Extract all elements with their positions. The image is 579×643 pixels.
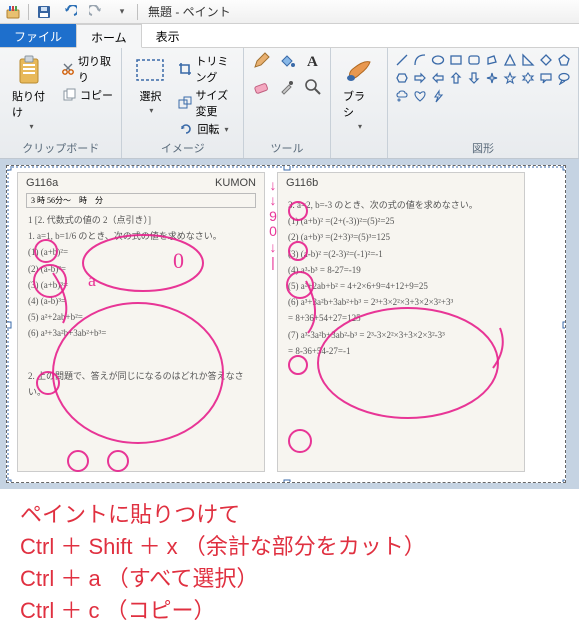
resize-button[interactable]: サイズ変更 <box>176 86 237 120</box>
chevron-down-icon: ▾ <box>30 122 34 131</box>
group-image: 選択 ▾ トリミング サイズ変更 回転 ▾ イメージ <box>122 48 244 158</box>
group-clipboard: 貼り付け ▾ 切り取り コピー クリップボード <box>0 48 122 158</box>
shape-diamond[interactable] <box>538 52 554 68</box>
crop-button[interactable]: トリミング <box>176 52 237 86</box>
paste-icon <box>15 54 47 86</box>
shape-curve[interactable] <box>412 52 428 68</box>
shape-pentagon[interactable] <box>556 52 572 68</box>
resize-icon <box>178 95 192 111</box>
text-icon[interactable]: A <box>302 52 324 70</box>
rotate-button[interactable]: 回転 ▾ <box>176 120 237 138</box>
shape-arrow-u[interactable] <box>448 70 464 86</box>
tab-file[interactable]: ファイル <box>0 24 76 47</box>
worksheet-left: G116a KUMON 3 時 56分～ 時 分 1 [2. 代数式の値の 2（… <box>17 172 265 472</box>
shape-callout-cloud[interactable] <box>394 88 410 104</box>
shape-star4[interactable] <box>484 70 500 86</box>
shape-rtriangle[interactable] <box>520 52 536 68</box>
brand: KUMON <box>215 177 256 189</box>
shape-oval[interactable] <box>430 52 446 68</box>
paste-button[interactable]: 貼り付け ▾ <box>6 52 55 133</box>
shapes-gallery[interactable] <box>394 52 572 104</box>
window-title: 無題 - ペイント <box>148 3 231 20</box>
svg-text:A: A <box>307 54 318 70</box>
shape-star5[interactable] <box>502 70 518 86</box>
qat-dropdown-icon[interactable]: ▾ <box>113 3 131 21</box>
cut-button[interactable]: 切り取り <box>59 52 115 86</box>
brush-button[interactable]: ブラシ ▾ <box>337 52 381 133</box>
shape-callout-rect[interactable] <box>538 70 554 86</box>
chevron-down-icon: ▾ <box>358 122 362 131</box>
ribbon: 貼り付け ▾ 切り取り コピー クリップボード 選 <box>0 48 579 159</box>
shape-roundrect[interactable] <box>466 52 482 68</box>
redo-icon[interactable] <box>87 3 105 21</box>
shape-hexagon[interactable] <box>394 70 410 86</box>
undo-icon[interactable] <box>61 3 79 21</box>
caption-line: Ctrl ＋ c （コピー） <box>20 595 559 627</box>
brush-icon <box>343 54 375 86</box>
caption-line: ペイントに貼りつけて <box>20 499 559 531</box>
scissors-icon <box>61 61 75 77</box>
select-button[interactable]: 選択 ▾ <box>128 52 172 117</box>
shape-arrow-d[interactable] <box>466 70 482 86</box>
tab-home[interactable]: ホーム <box>76 24 142 48</box>
magnifier-icon[interactable] <box>302 78 324 96</box>
caption-line: Ctrl ＋ a （すべて選択） <box>20 563 559 595</box>
chevron-down-icon: ▾ <box>224 125 228 134</box>
group-shapes: 図形 <box>388 48 579 158</box>
select-icon <box>134 54 166 86</box>
page-id-right: G116b <box>286 177 318 189</box>
worksheet-right: G116b 3. a=2, b=-3 のとき、次の式の値を求めなさい。 (1) … <box>277 172 525 472</box>
eraser-icon[interactable] <box>250 78 272 96</box>
fill-icon[interactable] <box>276 52 298 70</box>
shape-star6[interactable] <box>520 70 536 86</box>
crop-icon <box>178 61 192 77</box>
canvas[interactable]: ↓↓90↓| G116a KUMON 3 時 56分～ 時 分 1 [2. 代数… <box>6 165 566 483</box>
copy-button[interactable]: コピー <box>59 86 115 104</box>
tab-bar: ファイル ホーム 表示 <box>0 24 579 48</box>
caption-line: Ctrl ＋ Shift ＋ x （余計な部分をカット） <box>20 531 559 563</box>
shape-heart[interactable] <box>412 88 428 104</box>
rotate-icon <box>178 121 194 137</box>
group-tools: A ツール <box>244 48 331 158</box>
group-brushes: ブラシ ▾ <box>331 48 388 158</box>
page-id-left: G116a <box>26 177 58 189</box>
time-box: 3 時 56分～ 時 分 <box>26 193 256 208</box>
copy-icon <box>61 87 77 103</box>
shape-callout-oval[interactable] <box>556 70 572 86</box>
app-icon <box>4 3 22 21</box>
caption: ペイントに貼りつけて Ctrl ＋ Shift ＋ x （余計な部分をカット） … <box>0 489 579 643</box>
pencil-icon[interactable] <box>250 52 272 70</box>
canvas-area: ↓↓90↓| G116a KUMON 3 時 56分～ 時 分 1 [2. 代数… <box>0 159 579 489</box>
shape-rect[interactable] <box>448 52 464 68</box>
save-icon[interactable] <box>35 3 53 21</box>
shape-polygon[interactable] <box>484 52 500 68</box>
shape-arrow-l[interactable] <box>430 70 446 86</box>
title-bar: ▾ 無題 - ペイント <box>0 0 579 24</box>
shape-line[interactable] <box>394 52 410 68</box>
shape-arrow-r[interactable] <box>412 70 428 86</box>
shape-bolt[interactable] <box>430 88 446 104</box>
shape-triangle[interactable] <box>502 52 518 68</box>
tab-view[interactable]: 表示 <box>142 24 194 47</box>
picker-icon[interactable] <box>276 78 298 96</box>
chevron-down-icon: ▾ <box>149 106 153 115</box>
